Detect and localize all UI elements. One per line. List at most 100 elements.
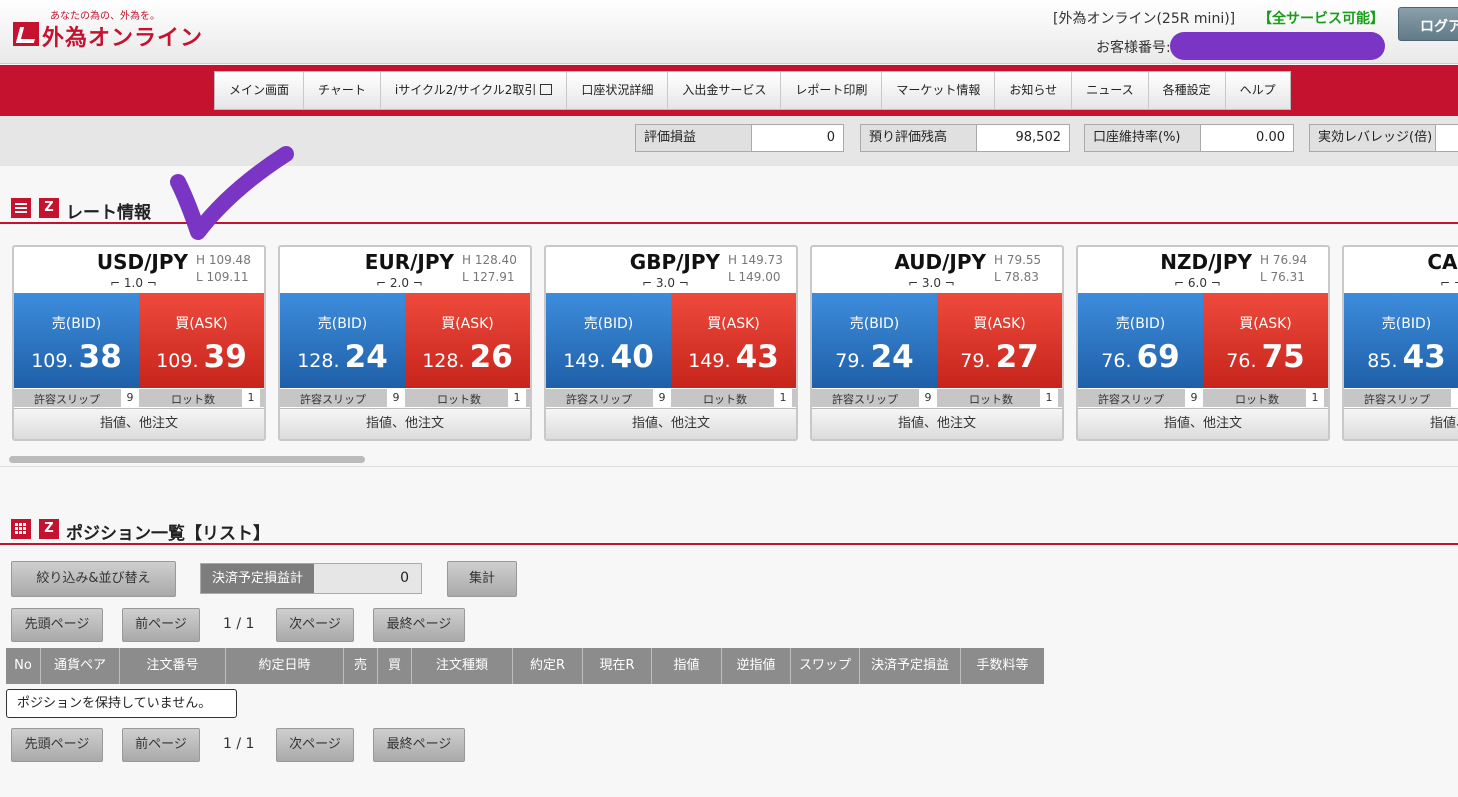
bid-price-dec: 69	[1136, 339, 1180, 375]
first-page-button[interactable]: 先頭ページ	[11, 608, 103, 642]
column-header[interactable]: 通貨ペア	[41, 648, 120, 684]
menu-icon[interactable]	[11, 198, 31, 218]
last-page-button[interactable]: 最終ページ	[373, 608, 465, 642]
slip-label: 許容スリップ	[832, 393, 898, 406]
ask-button[interactable]: 買(ASK) 109. 39	[139, 293, 264, 388]
ask-button[interactable]: 買(ASK) 76. 75	[1203, 293, 1328, 388]
spread-value: 3.0	[655, 276, 675, 290]
column-header[interactable]: 手数料等	[961, 648, 1044, 684]
column-header[interactable]: 買	[378, 648, 412, 684]
rate-card: USD/JPY ⌐ 1.0 ¬ H 109.48 L 109.11 売(BID) 109.…	[12, 245, 266, 441]
lot-value[interactable]: 1	[1306, 389, 1324, 407]
bid-button[interactable]: 売(BID) 76. 69	[1078, 293, 1203, 388]
bid-button[interactable]: 売(BID) 79. 24	[812, 293, 937, 388]
nav-news[interactable]: ニュース	[1072, 72, 1149, 109]
prev-page-button-bottom[interactable]: 前ページ	[122, 728, 200, 762]
lot-value[interactable]: 1	[508, 389, 526, 407]
ask-price-int: 76.	[1226, 350, 1257, 372]
summary-margin-ratio: 口座維持率(%) 0.00	[1084, 124, 1294, 152]
service-status: 【全サービス可能】	[1258, 11, 1384, 27]
column-header[interactable]: 逆指値	[722, 648, 791, 684]
bid-button[interactable]: 売(BID) 85. 43	[1344, 293, 1458, 388]
column-header[interactable]: スワップ	[791, 648, 860, 684]
card-footer: 許容スリップ 9 ロット数 1	[14, 389, 264, 407]
nav-deposit[interactable]: 入出金サービス	[668, 72, 782, 109]
last-page-button-bottom[interactable]: 最終ページ	[373, 728, 465, 762]
column-header[interactable]: 売	[344, 648, 378, 684]
ask-button[interactable]: 買(ASK) 149. 43	[671, 293, 796, 388]
grid-icon[interactable]	[11, 519, 31, 539]
low-price: L 109.11	[196, 270, 249, 284]
slip-value[interactable]	[1451, 389, 1458, 407]
prev-page-button[interactable]: 前ページ	[122, 608, 200, 642]
bid-price-dec: 24	[870, 339, 914, 375]
bid-button[interactable]: 売(BID) 109. 38	[14, 293, 139, 388]
column-header[interactable]: 決済予定損益	[860, 648, 961, 684]
card-footer: 許容スリップ 9 ロット数 1	[1078, 389, 1328, 407]
column-header[interactable]: 現在R	[583, 648, 652, 684]
limit-order-button[interactable]: 指値、他注文	[1078, 408, 1328, 439]
summary-value	[1436, 125, 1458, 151]
limit-order-button[interactable]: 指値、他注文	[1344, 408, 1458, 439]
column-header[interactable]: 注文番号	[120, 648, 226, 684]
nav-market-info[interactable]: マーケット情報	[882, 72, 996, 109]
bid-button[interactable]: 売(BID) 149. 40	[546, 293, 671, 388]
limit-order-button[interactable]: 指値、他注文	[280, 408, 530, 439]
currency-pair: EUR/JPY	[364, 250, 454, 274]
high-price: H 76.94	[1260, 253, 1308, 267]
lot-label: ロット数	[969, 393, 1013, 406]
nav-icycle[interactable]: iサイクル2/サイクル2取引	[380, 72, 568, 109]
summary-label: 預り評価残高	[861, 125, 977, 151]
slip-value[interactable]: 9	[121, 389, 139, 407]
column-header[interactable]: 指値	[652, 648, 722, 684]
nav-chart[interactable]: チャート	[304, 72, 381, 109]
ask-button[interactable]: 買(ASK) 79. 27	[937, 293, 1062, 388]
bid-label: 売(BID)	[51, 316, 102, 332]
column-header[interactable]: 注文種類	[412, 648, 513, 684]
slip-value[interactable]: 9	[387, 389, 405, 407]
rate-card: GBP/JPY ⌐ 3.0 ¬ H 149.73 L 149.00 売(BID) 149.…	[544, 245, 798, 441]
logout-button[interactable]: ログアウト	[1398, 7, 1458, 41]
limit-order-button[interactable]: 指値、他注文	[14, 408, 264, 439]
lot-value[interactable]: 1	[774, 389, 792, 407]
lot-label: ロット数	[1235, 393, 1279, 406]
bid-button[interactable]: 売(BID) 128. 24	[280, 293, 405, 388]
ask-button[interactable]: 買(ASK) 128. 26	[405, 293, 530, 388]
nav-menu: メイン画面 チャート iサイクル2/サイクル2取引 口座状況詳細 入出金サービス…	[214, 71, 1291, 110]
ask-price-dec: 43	[735, 339, 779, 375]
nav-main[interactable]: メイン画面	[215, 72, 305, 109]
filter-sort-button[interactable]: 絞り込み&並び替え	[11, 561, 176, 597]
z-logo-icon: Z	[39, 198, 59, 218]
nav-settings[interactable]: 各種設定	[1148, 72, 1226, 109]
logo-text[interactable]: 外為オンライン	[42, 20, 203, 52]
slip-value[interactable]: 9	[919, 389, 937, 407]
ask-label: 買(ASK)	[973, 316, 1026, 332]
next-page-button-bottom[interactable]: 次ページ	[276, 728, 354, 762]
lot-value[interactable]: 1	[242, 389, 260, 407]
column-header[interactable]: No	[6, 648, 41, 684]
nav-account-detail[interactable]: 口座状況詳細	[567, 72, 669, 109]
currency-pair: CAD/JPY	[1427, 250, 1458, 274]
slip-value[interactable]: 9	[653, 389, 671, 407]
limit-order-button[interactable]: 指値、他注文	[546, 408, 796, 439]
aggregate-button[interactable]: 集計	[447, 561, 517, 597]
card-footer: 許容スリップ 9 ロット数 1	[546, 389, 796, 407]
slip-value[interactable]: 9	[1185, 389, 1203, 407]
first-page-button-bottom[interactable]: 先頭ページ	[11, 728, 103, 762]
redaction-mark	[1170, 32, 1385, 60]
card-footer: 許容スリップ 9 ロット数 1	[812, 389, 1062, 407]
column-header[interactable]: 約定日時	[226, 648, 344, 684]
nav-help[interactable]: ヘルプ	[1225, 72, 1290, 109]
next-page-button[interactable]: 次ページ	[276, 608, 354, 642]
spread: ⌐ 3.0 ¬	[908, 276, 955, 290]
nav-notices[interactable]: お知らせ	[995, 72, 1073, 109]
bid-price: 85. 43	[1344, 339, 1458, 375]
column-header[interactable]: 約定R	[513, 648, 583, 684]
planned-pl-total: 決済予定損益計 0	[200, 563, 422, 594]
nav-report[interactable]: レポート印刷	[781, 72, 883, 109]
lot-label: ロット数	[437, 393, 481, 406]
limit-order-button[interactable]: 指値、他注文	[812, 408, 1062, 439]
lot-value[interactable]: 1	[1040, 389, 1058, 407]
horizontal-scrollbar[interactable]	[9, 456, 365, 463]
ask-price-int: 128.	[422, 350, 465, 372]
